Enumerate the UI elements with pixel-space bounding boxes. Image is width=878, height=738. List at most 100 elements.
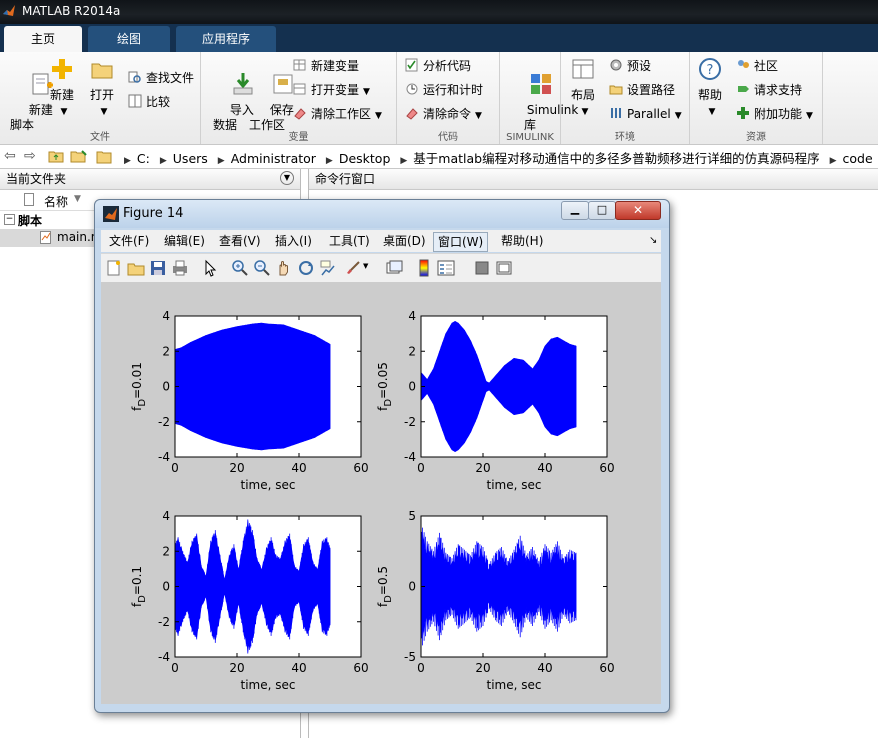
sort-down-icon[interactable]: ▼ (74, 194, 81, 204)
open-button[interactable]: 打开 ▼ (86, 56, 118, 120)
legend-icon[interactable] (437, 259, 455, 277)
new-figure-icon[interactable] (105, 259, 123, 277)
x-tick-label: 0 (417, 661, 425, 675)
find-files-button[interactable]: 查找文件 (128, 68, 194, 88)
menu-tools[interactable]: 工具(T) (325, 232, 374, 250)
pan-hand-icon[interactable] (275, 259, 293, 277)
run-and-time-button[interactable]: 运行和计时 (405, 80, 483, 100)
select-arrow-icon[interactable] (201, 259, 219, 277)
ribbon: 新建 脚本 新建 ▼ 打开 ▼ 查找文件 比较 文件 导入 数据 保存 工作区 新建… (0, 52, 878, 145)
x-axis-label: time, sec (241, 678, 296, 692)
folder-icon (96, 151, 112, 164)
preferences-button[interactable]: 预设 (609, 56, 651, 76)
figure-titlebar[interactable]: Figure 14 ▁ □ ✕ (95, 200, 669, 228)
y-tick-label: 0 (162, 580, 170, 594)
clear-commands-button[interactable]: 清除命令 ▼ (405, 104, 482, 124)
brush-icon[interactable] (343, 259, 361, 277)
breadcrumb-item[interactable]: Desktop (339, 151, 391, 166)
print-icon[interactable] (171, 259, 189, 277)
colorbar-icon[interactable] (415, 259, 433, 277)
save-icon[interactable] (149, 259, 167, 277)
maximize-button[interactable]: □ (588, 201, 616, 220)
back-arrow-icon[interactable]: ⇦ (4, 148, 16, 164)
open-variable-button[interactable]: 打开变量 ▼ (293, 80, 370, 100)
browse-folder-icon[interactable] (70, 149, 88, 163)
add-ons-button[interactable]: 附加功能 ▼ (736, 104, 813, 124)
collapse-toggle-icon[interactable]: − (4, 214, 15, 225)
menu-insert[interactable]: 插入(I) (271, 232, 316, 250)
tab-plots[interactable]: 绘图 (88, 26, 170, 52)
open-file-icon[interactable] (127, 259, 145, 277)
simulink-icon (531, 74, 552, 94)
variable-group: 导入 数据 保存 工作区 新建变量 打开变量 ▼ 清除工作区 ▼ 变量 (201, 52, 397, 144)
svg-text:?: ? (707, 63, 714, 78)
y-tick-label: -2 (158, 415, 170, 429)
data-cursor-icon[interactable] (319, 259, 337, 277)
link-plot-icon[interactable] (385, 259, 403, 277)
x-tick-label: 20 (229, 661, 244, 675)
breadcrumb-item[interactable]: Administrator (231, 151, 316, 166)
breadcrumb-item[interactable]: Users (173, 151, 208, 166)
menu-dock-icon[interactable]: ↘ (645, 232, 661, 250)
menu-help[interactable]: 帮助(H) (497, 232, 547, 250)
menu-file[interactable]: 文件(F) (105, 232, 153, 250)
group-label: 脚本 (18, 214, 43, 228)
analyze-code-button[interactable]: 分析代码 (405, 56, 471, 76)
x-tick-label: 40 (537, 461, 552, 475)
gear-icon (610, 59, 622, 71)
x-tick-label: 60 (353, 461, 368, 475)
layout-button[interactable]: 布局 ▼ (565, 56, 601, 120)
minimize-button[interactable]: ▁ (561, 201, 589, 220)
community-icon (738, 60, 749, 68)
x-tick-label: 60 (599, 661, 614, 675)
y-tick-label: -4 (158, 650, 170, 664)
breadcrumb-item[interactable]: C: (137, 151, 150, 166)
menu-edit[interactable]: 编辑(E) (160, 232, 209, 250)
community-button[interactable]: 社区 (736, 56, 778, 76)
y-tick-label: 2 (408, 344, 416, 358)
breadcrumb-item[interactable]: code (843, 151, 873, 166)
tab-home[interactable]: 主页 (4, 26, 82, 52)
current-folder-header: 当前文件夹 ▼ (0, 169, 300, 190)
menu-view[interactable]: 查看(V) (215, 232, 265, 250)
y-tick-label: -5 (404, 650, 416, 664)
resources-group: ? 帮助 ▼ 社区 请求支持 附加功能 ▼ 资源 (690, 52, 823, 144)
show-tools-icon[interactable] (495, 259, 513, 277)
tab-apps[interactable]: 应用程序 (176, 26, 276, 52)
x-tick-label: 0 (171, 461, 179, 475)
request-support-button[interactable]: 请求支持 (736, 80, 802, 100)
new-variable-button[interactable]: 新建变量 (293, 56, 359, 76)
file-type-icon (24, 193, 34, 206)
zoom-in-icon[interactable] (231, 259, 249, 277)
zoom-out-icon[interactable] (253, 259, 271, 277)
breadcrumb-item[interactable]: 基于matlab编程对移动通信中的多径多普勒频移进行详细的仿真源码程序 (413, 148, 819, 167)
x-tick-label: 0 (171, 661, 179, 675)
figure-canvas[interactable]: 0 20 40 60 4 2 0 -2 -4 time, sec fD=0.01 0 20 40 60 4 2 0… (101, 282, 661, 704)
new-button[interactable]: 新建 ▼ (46, 56, 78, 120)
close-button[interactable]: ✕ (615, 201, 661, 220)
forward-arrow-icon[interactable]: ⇨ (24, 148, 36, 164)
name-column-header[interactable]: 名称 (44, 193, 68, 210)
clear-workspace-button[interactable]: 清除工作区 ▼ (293, 104, 382, 124)
up-folder-icon[interactable] (48, 149, 64, 163)
code-group: 分析代码 运行和计时 清除命令 ▼ 代码 (397, 52, 500, 144)
set-path-button[interactable]: 设置路径 (609, 80, 675, 100)
folder-path-icon (609, 85, 623, 95)
x-tick-label: 40 (291, 661, 306, 675)
help-button[interactable]: ? 帮助 ▼ (696, 56, 724, 120)
panel-menu-icon[interactable]: ▼ (280, 171, 294, 185)
rotate-icon[interactable] (297, 259, 315, 277)
parallel-button[interactable]: Parallel ▼ (609, 104, 682, 124)
y-tick-label: 4 (408, 309, 416, 323)
folder-open-icon (91, 63, 113, 79)
compare-button[interactable]: 比较 (128, 92, 170, 112)
brush-dropdown-icon[interactable]: ▼ (363, 262, 368, 270)
compare-icon (128, 94, 142, 108)
y-tick-label: 0 (408, 580, 416, 594)
ribbon-tabbar: 主页 绘图 应用程序 (0, 24, 878, 52)
hide-tools-icon[interactable] (473, 259, 491, 277)
x-tick-label: 40 (537, 661, 552, 675)
menu-window[interactable]: 窗口(W) (433, 232, 489, 252)
y-tick-label: 2 (162, 344, 170, 358)
menu-desktop[interactable]: 桌面(D) (379, 232, 430, 250)
